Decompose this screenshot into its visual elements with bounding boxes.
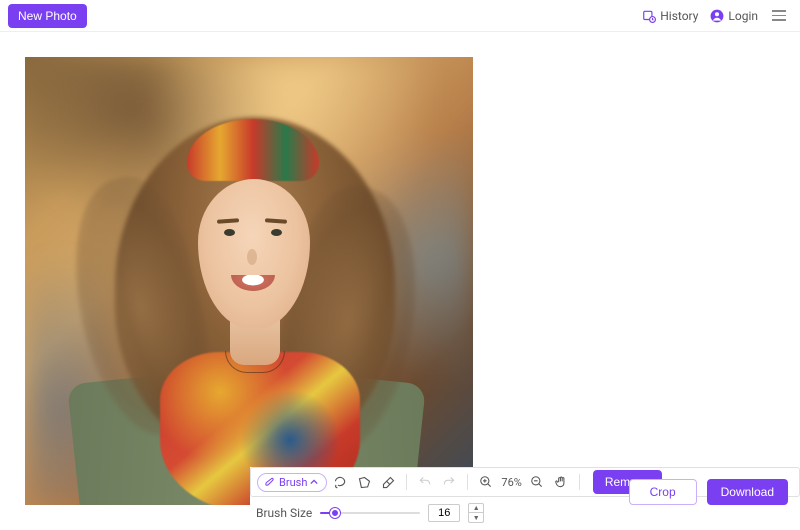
history-link[interactable]: History (642, 9, 698, 23)
zoom-percent: 76% (501, 476, 521, 489)
undo-icon[interactable] (414, 471, 436, 493)
crop-button[interactable]: Crop (629, 479, 697, 505)
login-link[interactable]: Login (710, 9, 758, 23)
stepper-down-icon[interactable]: ▼ (469, 513, 483, 522)
menu-icon[interactable] (770, 8, 788, 23)
divider (406, 474, 407, 490)
history-icon (642, 9, 656, 23)
brush-chip-label: Brush (279, 476, 307, 489)
divider (579, 474, 580, 490)
chevron-up-icon (310, 478, 318, 486)
stepper-up-icon[interactable]: ▲ (469, 504, 483, 513)
download-button[interactable]: Download (707, 479, 788, 505)
polygon-lasso-tool-icon[interactable] (353, 471, 375, 493)
brush-tool-chip[interactable]: Brush (257, 473, 327, 492)
redo-icon[interactable] (438, 471, 460, 493)
top-bar: New Photo History Login (0, 0, 800, 32)
top-right-group: History Login (642, 8, 788, 23)
canvas-area (0, 32, 800, 530)
photo-canvas[interactable] (25, 57, 473, 505)
right-actions: Crop Download (629, 479, 788, 505)
brush-size-input[interactable] (428, 504, 460, 522)
history-label: History (660, 9, 698, 23)
zoom-in-icon[interactable] (475, 471, 497, 493)
brush-size-stepper[interactable]: ▲ ▼ (468, 503, 484, 523)
lasso-tool-icon[interactable] (329, 471, 351, 493)
new-photo-button[interactable]: New Photo (8, 4, 87, 28)
brush-size-row: Brush Size ▲ ▼ (250, 501, 800, 529)
pan-hand-icon[interactable] (550, 471, 572, 493)
login-label: Login (728, 9, 758, 23)
brush-size-label: Brush Size (256, 506, 312, 520)
eraser-tool-icon[interactable] (377, 471, 399, 493)
user-icon (710, 9, 724, 23)
divider (467, 474, 468, 490)
zoom-out-icon[interactable] (526, 471, 548, 493)
brush-size-slider[interactable] (320, 506, 420, 520)
